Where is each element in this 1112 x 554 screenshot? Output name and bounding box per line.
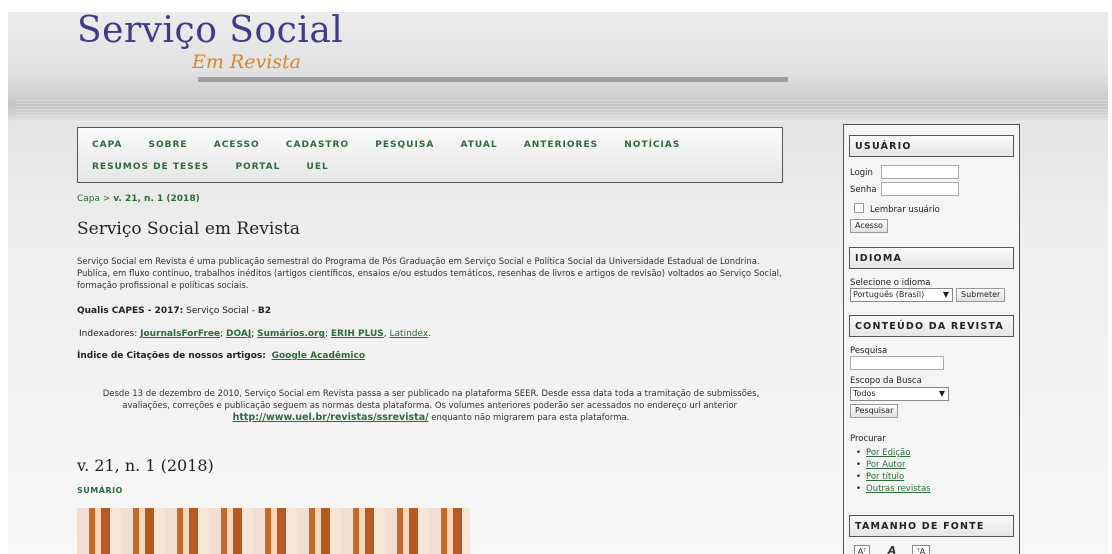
nav-row-secondary: RESUMOS DE TESES PORTAL UEL [92, 161, 352, 172]
journal-content-block-header: CONTEÚDO DA REVISTA [849, 315, 1014, 337]
qualis-grade: B2 [257, 306, 271, 316]
main-navbar: CAPA SOBRE ACESSO CADASTRO PESQUISA ATUA… [77, 127, 783, 183]
seer-notice-tail: enquanto não migrarem para esta platafor… [428, 413, 630, 423]
indexer-link-latindex[interactable]: Latindex [390, 329, 429, 339]
language-block-title: IDIOMA [855, 253, 903, 264]
indexer-link-journalsforfree[interactable]: JournalsForFree [140, 329, 220, 339]
qualis-rating: Qualis CAPES - 2017: Serviço Social - B2 [77, 306, 271, 316]
list-item: Por Autor [856, 459, 931, 471]
indexers-line: Indexadores: JournalsForFree; DOAJ; Sumá… [79, 329, 432, 339]
search-scope-select[interactable]: Todos ▼ [850, 387, 949, 401]
list-item: Outras revistas [856, 483, 931, 495]
google-scholar-link[interactable]: Google Acadêmico [272, 351, 365, 361]
seer-notice-text: Desde 13 de dezembro de 2010, Serviço So… [102, 389, 760, 411]
browse-label: Procurar [850, 434, 886, 444]
nav-anteriores[interactable]: ANTERIORES [524, 140, 598, 150]
password-input[interactable] [881, 182, 959, 196]
header-stripes [16, 100, 1112, 122]
nav-capa[interactable]: CAPA [92, 140, 122, 150]
password-label: Senha [850, 185, 877, 195]
table-of-contents-heading: SUMÁRIO [77, 486, 123, 495]
page-left-margin [0, 0, 8, 554]
citations-label: Índice de Citações de nossos artigos: [77, 351, 266, 361]
login-label: Login [850, 168, 873, 178]
indexer-link-sumarios[interactable]: Sumários.org [257, 329, 325, 339]
nav-uel[interactable]: UEL [307, 162, 329, 172]
old-site-link[interactable]: http://www.uel.br/revistas/ssrevista/ [233, 412, 429, 423]
login-submit-button[interactable]: Acesso [850, 219, 888, 233]
search-input[interactable] [850, 356, 944, 370]
page-title: Serviço Social em Revista [77, 219, 301, 239]
sidebar: USUÁRIO Login Senha Lembrar usuário Aces… [843, 124, 1020, 554]
language-block-header: IDIOMA [849, 247, 1014, 269]
browse-by-issue-link[interactable]: Por Edição [866, 448, 910, 458]
nav-resumos-de-teses[interactable]: RESUMOS DE TESES [92, 162, 209, 172]
list-item: Por Edição [856, 447, 931, 459]
search-button[interactable]: Pesquisar [850, 404, 899, 418]
font-smaller-icon[interactable]: Aᵀ [854, 545, 870, 554]
nav-portal[interactable]: PORTAL [235, 162, 280, 172]
indexer-link-erih-plus[interactable]: ERIH PLUS [331, 329, 384, 339]
remember-user-checkbox[interactable] [854, 203, 864, 213]
dropdown-arrow-icon: ▼ [942, 290, 949, 299]
nav-noticias[interactable]: NOTÍCIAS [624, 140, 680, 150]
breadcrumb: Capa > v. 21, n. 1 (2018) [77, 194, 200, 204]
qualis-area: Serviço Social - [183, 306, 258, 316]
font-default-icon[interactable]: A [885, 545, 899, 554]
indexers-label: Indexadores: [79, 329, 141, 339]
issue-title: v. 21, n. 1 (2018) [77, 456, 214, 475]
search-scope-label: Escopo da Busca [850, 376, 922, 386]
journal-logo-subtitle[interactable]: Em Revista [192, 51, 301, 73]
font-size-block-header: TAMANHO DE FONTE [849, 515, 1014, 537]
browse-by-author-link[interactable]: Por Autor [866, 460, 905, 470]
remember-user-label: Lembrar usuário [870, 205, 940, 215]
issue-cover-image[interactable] [77, 508, 470, 554]
nav-cadastro[interactable]: CADASTRO [286, 140, 349, 150]
language-selected-value: Português (Brasil) [853, 290, 925, 299]
browse-list: Por Edição Por Autor Por título Outras r… [856, 447, 931, 495]
nav-row-primary: CAPA SOBRE ACESSO CADASTRO PESQUISA ATUA… [92, 139, 703, 150]
nav-acesso[interactable]: ACESSO [214, 140, 260, 150]
qualis-label: Qualis CAPES - 2017: [77, 306, 184, 316]
login-input[interactable] [881, 165, 959, 179]
user-block-header: USUÁRIO [849, 135, 1014, 157]
journal-logo-title[interactable]: Serviço Social [77, 10, 343, 51]
language-submit-button[interactable]: Submeter [956, 288, 1006, 302]
list-item: Por título [856, 471, 931, 483]
breadcrumb-home-link[interactable]: Capa [77, 194, 100, 204]
search-label: Pesquisa [850, 346, 888, 356]
page-right-margin [1108, 0, 1112, 554]
font-larger-icon[interactable]: ᵀA [912, 545, 930, 554]
nav-sobre[interactable]: SOBRE [149, 140, 188, 150]
language-select[interactable]: Português (Brasil) ▼ [850, 288, 953, 302]
journal-description: Serviço Social em Revista é uma publicaç… [77, 257, 782, 291]
nav-atual[interactable]: ATUAL [460, 140, 497, 150]
breadcrumb-separator: > [100, 194, 114, 204]
search-scope-selected-value: Todos [853, 389, 876, 398]
browse-by-title-link[interactable]: Por título [866, 472, 904, 482]
dropdown-arrow-icon: ▼ [938, 389, 945, 398]
nav-pesquisa[interactable]: PESQUISA [375, 140, 434, 150]
citations-line: Índice de Citações de nossos artigos: Go… [77, 351, 365, 361]
indexer-link-doaj[interactable]: DOAJ [226, 329, 251, 339]
user-block-title: USUÁRIO [855, 141, 912, 152]
breadcrumb-current[interactable]: v. 21, n. 1 (2018) [113, 194, 199, 204]
language-select-label: Selecione o idioma [850, 278, 931, 288]
other-journals-link[interactable]: Outras revistas [866, 484, 931, 494]
seer-notice: Desde 13 de dezembro de 2010, Serviço So… [80, 388, 782, 424]
font-size-block-title: TAMANHO DE FONTE [855, 521, 985, 532]
header-rule [198, 77, 788, 82]
journal-content-block-title: CONTEÚDO DA REVISTA [855, 321, 1004, 332]
